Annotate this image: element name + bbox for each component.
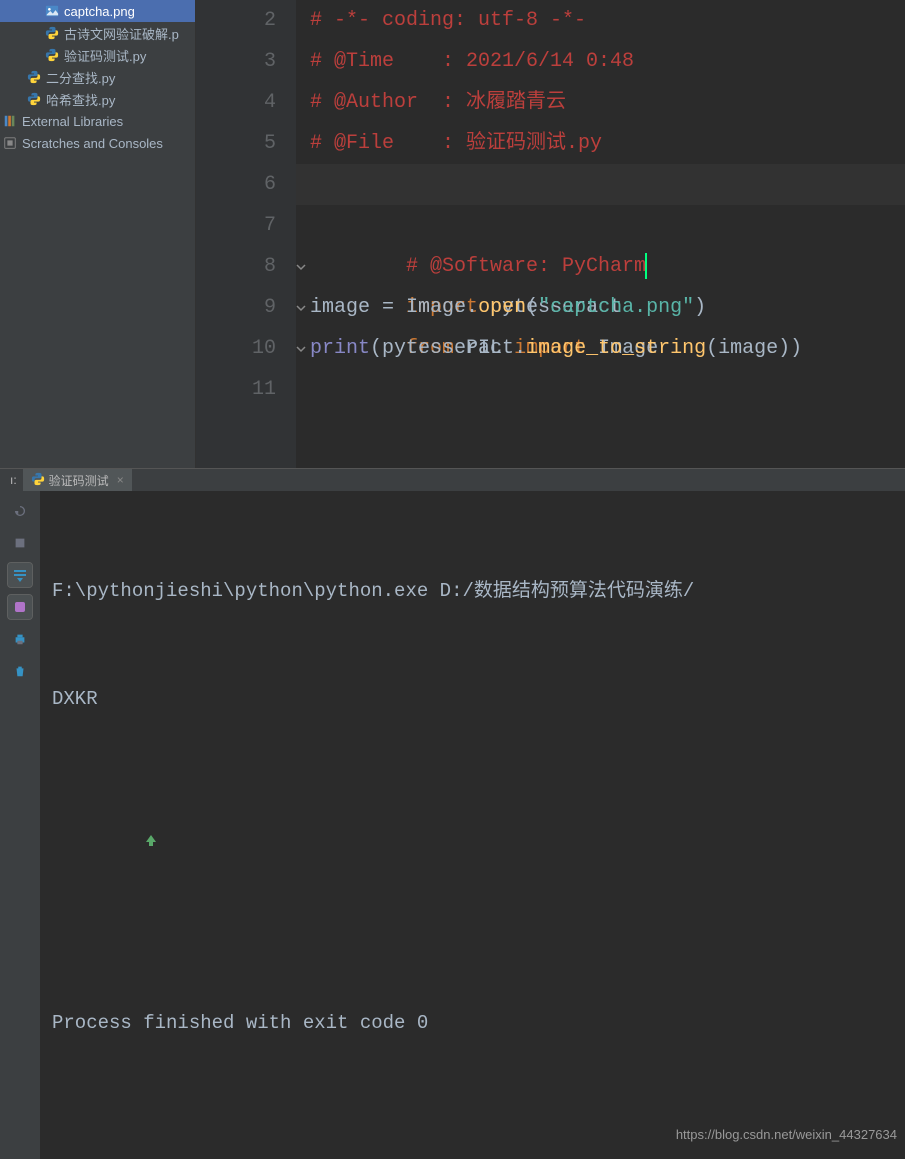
code-line-11[interactable] bbox=[296, 369, 905, 410]
run-body: F:\pythonjieshi\python\python.exe D:/数据结… bbox=[0, 491, 905, 1159]
tree-item-4[interactable]: 哈希查找.py bbox=[0, 88, 195, 110]
code-line-10[interactable]: print(pytesseract.image_to_string(image)… bbox=[296, 328, 905, 369]
py-icon bbox=[44, 47, 60, 63]
py-icon bbox=[44, 25, 60, 41]
code-line-9[interactable]: image = Image.open("captcha.png") bbox=[296, 287, 905, 328]
scroll-to-end-button[interactable] bbox=[8, 563, 32, 587]
tree-item-label: Scratches and Consoles bbox=[22, 136, 163, 151]
code-line-8[interactable]: from PIL import Image bbox=[296, 246, 905, 287]
stop-button[interactable] bbox=[8, 531, 32, 555]
run-tab-label: 验证码测试 bbox=[49, 472, 109, 489]
project-tree[interactable]: captcha.png 古诗文网验证破解.p 验证码测试.py 二分查找.py 哈希查找… bbox=[0, 0, 196, 468]
run-tab[interactable]: 验证码测试 × bbox=[23, 469, 132, 491]
run-panel: ı: 验证码测试 × bbox=[0, 468, 905, 702]
tree-item-6[interactable]: Scratches and Consoles bbox=[0, 132, 195, 154]
run-label: ı: bbox=[4, 473, 23, 487]
console-line: Process finished with exit code 0 bbox=[52, 1005, 893, 1041]
code-line-4[interactable]: # @Author : 冰履踏青云 bbox=[296, 82, 905, 123]
line-number: 3 bbox=[196, 41, 276, 82]
code-line-7[interactable]: import pytesseract bbox=[296, 205, 905, 246]
scratch-icon bbox=[2, 135, 18, 151]
tree-item-2[interactable]: 验证码测试.py bbox=[0, 44, 195, 66]
console-output[interactable]: F:\pythonjieshi\python\python.exe D:/数据结… bbox=[40, 491, 905, 1159]
run-toolbar bbox=[0, 491, 40, 1159]
rerun-button[interactable] bbox=[8, 499, 32, 523]
code-line-6[interactable]: # @Software: PyCharm bbox=[296, 164, 905, 205]
python-icon bbox=[31, 472, 45, 489]
tree-item-label: captcha.png bbox=[64, 4, 135, 19]
image-icon bbox=[44, 3, 60, 19]
console-line: F:\pythonjieshi\python\python.exe D:/数据结… bbox=[52, 573, 893, 609]
console-line-arrow bbox=[52, 789, 893, 825]
tree-item-label: 哈希查找.py bbox=[46, 90, 115, 109]
delete-button[interactable] bbox=[8, 659, 32, 683]
tree-item-5[interactable]: External Libraries bbox=[0, 110, 195, 132]
console-line: DXKR bbox=[52, 681, 893, 717]
py-icon bbox=[26, 91, 42, 107]
tree-item-label: 古诗文网验证破解.p bbox=[64, 24, 179, 43]
close-icon[interactable]: × bbox=[117, 473, 124, 487]
code-area[interactable]: # -*- coding: utf-8 -*- # @Time : 2021/6… bbox=[296, 0, 905, 468]
print-button[interactable] bbox=[8, 627, 32, 651]
code-line-3[interactable]: # @Time : 2021/6/14 0:48 bbox=[296, 41, 905, 82]
lib-icon bbox=[2, 113, 18, 129]
line-number: 10 bbox=[196, 328, 276, 369]
run-header: ı: 验证码测试 × bbox=[0, 469, 905, 491]
console-line bbox=[52, 897, 893, 933]
tree-item-0[interactable]: captcha.png bbox=[0, 0, 195, 22]
line-number: 9 bbox=[196, 287, 276, 328]
tree-item-1[interactable]: 古诗文网验证破解.p bbox=[0, 22, 195, 44]
code-editor[interactable]: 234567891011 # -*- coding: utf-8 -*- # @… bbox=[196, 0, 905, 468]
line-number: 8 bbox=[196, 246, 276, 287]
main-area: captcha.png 古诗文网验证破解.p 验证码测试.py 二分查找.py 哈希查找… bbox=[0, 0, 905, 468]
soft-wrap-button[interactable] bbox=[8, 595, 32, 619]
watermark-text: https://blog.csdn.net/weixin_44327634 bbox=[676, 1117, 897, 1153]
tree-item-label: 验证码测试.py bbox=[64, 46, 146, 65]
gutter: 234567891011 bbox=[196, 0, 296, 468]
tree-item-label: External Libraries bbox=[22, 114, 123, 129]
line-number: 6 bbox=[196, 164, 276, 205]
py-icon bbox=[26, 69, 42, 85]
line-number: 5 bbox=[196, 123, 276, 164]
code-line-2[interactable]: # -*- coding: utf-8 -*- bbox=[296, 0, 905, 41]
line-number: 2 bbox=[196, 0, 276, 41]
line-number: 4 bbox=[196, 82, 276, 123]
line-number: 7 bbox=[196, 205, 276, 246]
line-number: 11 bbox=[196, 369, 276, 410]
tree-item-label: 二分查找.py bbox=[46, 68, 115, 87]
code-line-5[interactable]: # @File : 验证码测试.py bbox=[296, 123, 905, 164]
tree-item-3[interactable]: 二分查找.py bbox=[0, 66, 195, 88]
